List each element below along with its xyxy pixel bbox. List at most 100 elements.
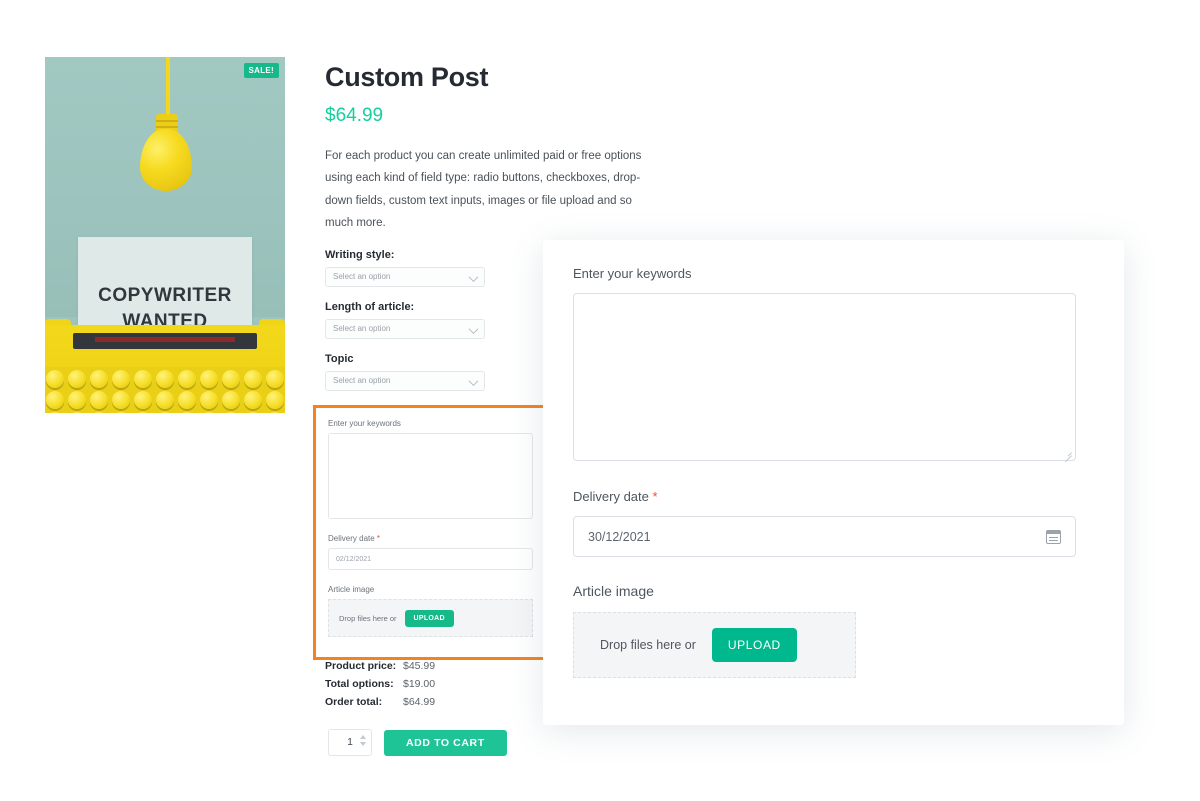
paper-text-line1: COPYWRITER — [98, 285, 232, 306]
typewriter-key — [46, 370, 64, 388]
typewriter-key — [222, 391, 240, 409]
typewriter-key — [266, 391, 284, 409]
typewriter-key — [68, 412, 86, 413]
chevron-down-icon — [468, 323, 479, 334]
file-dropzone-small[interactable]: Drop files here or UPLOAD — [328, 599, 533, 637]
sale-badge: SALE! — [243, 63, 279, 78]
stepper-down-icon[interactable] — [360, 742, 366, 746]
total-row: Order total: $64.99 — [325, 696, 545, 708]
highlighted-fields-region: Enter your keywords Delivery date * 02/1… — [313, 405, 548, 660]
typewriter-key — [134, 370, 152, 388]
quantity-value: 1 — [347, 737, 353, 748]
writing-style-select[interactable]: Select an option — [325, 266, 485, 287]
typewriter-key — [90, 412, 108, 413]
typewriter-key — [200, 370, 218, 388]
delivery-date-label-text: Delivery date — [328, 534, 375, 543]
upload-button-small[interactable]: UPLOAD — [404, 609, 454, 627]
key-row — [45, 391, 285, 409]
required-asterisk: * — [376, 534, 381, 543]
overlay-article-image-label: Article image — [573, 583, 654, 599]
delivery-date-label-small: Delivery date * — [328, 534, 533, 543]
writing-style-value: Select an option — [333, 272, 391, 282]
typewriter-key — [266, 370, 284, 388]
length-of-article-select[interactable]: Select an option — [325, 318, 485, 339]
stepper-up-icon[interactable] — [360, 735, 366, 739]
typewriter-key — [156, 412, 174, 413]
delivery-date-input-small[interactable]: 02/12/2021 — [328, 548, 533, 570]
typewriter-key — [244, 412, 262, 413]
overlay-upload-button[interactable]: UPLOAD — [711, 628, 797, 662]
quantity-stepper[interactable]: 1 — [328, 729, 372, 756]
total-key: Order total: — [325, 696, 383, 708]
typewriter-key — [178, 370, 196, 388]
keywords-label-small: Enter your keywords — [328, 419, 401, 428]
typewriter-key — [68, 370, 86, 388]
typewriter-key — [112, 370, 130, 388]
order-totals: Product price: $45.99 Total options: $19… — [325, 660, 545, 714]
calendar-icon[interactable] — [1045, 529, 1062, 544]
typewriter-body — [45, 325, 285, 373]
typewriter-key — [134, 412, 152, 413]
keywords-textarea-small[interactable] — [328, 433, 533, 519]
typewriter-key — [46, 391, 64, 409]
required-asterisk: * — [652, 489, 658, 504]
delivery-date-value-small: 02/12/2021 — [336, 555, 372, 563]
overlay-delivery-date-label: Delivery date * — [573, 489, 1076, 504]
product-description: For each product you can create unlimite… — [325, 150, 642, 230]
typewriter-key — [46, 412, 64, 413]
overlay-delivery-date-value: 30/12/2021 — [588, 529, 651, 544]
total-key: Total options: — [325, 678, 394, 690]
zoomed-fields-overlay: Enter your keywords Delivery date * 30/1… — [543, 240, 1124, 725]
chevron-down-icon — [468, 271, 479, 282]
product-image[interactable]: COPYWRITER WANTED SALE! — [45, 57, 285, 413]
quantity-arrows[interactable] — [360, 735, 366, 746]
typewriter-key — [244, 370, 262, 388]
total-value: $45.99 — [403, 660, 436, 672]
typewriter-key — [244, 391, 262, 409]
dropzone-text-small: Drop files here or — [339, 613, 397, 623]
chevron-down-icon — [468, 375, 479, 386]
typewriter-key — [222, 370, 240, 388]
typewriter-key — [156, 370, 174, 388]
total-value: $19.00 — [403, 678, 436, 690]
typewriter-key — [112, 412, 130, 413]
key-row — [45, 412, 285, 413]
typewriter-key — [156, 391, 174, 409]
typewriter-slot — [73, 333, 257, 349]
typewriter-key — [178, 391, 196, 409]
typewriter-key — [112, 391, 130, 409]
overlay-keywords-label: Enter your keywords — [573, 266, 692, 281]
overlay-keywords-textarea[interactable] — [573, 293, 1076, 463]
lightbulb-icon — [140, 129, 192, 191]
typewriter-key — [178, 412, 196, 413]
total-row: Product price: $45.99 — [325, 660, 545, 672]
typewriter-key — [90, 370, 108, 388]
resize-handle-icon[interactable] — [1063, 448, 1072, 463]
add-to-cart-button[interactable]: ADD TO CART — [384, 729, 507, 756]
typewriter-keyboard — [45, 367, 285, 413]
cart-controls: 1 ADD TO CART — [328, 729, 507, 756]
typewriter-key — [200, 391, 218, 409]
lightbulb-cord-icon — [166, 57, 170, 117]
typewriter-key — [68, 391, 86, 409]
topic-value: Select an option — [333, 376, 391, 386]
overlay-delivery-date-label-text: Delivery date — [573, 489, 649, 504]
total-row: Total options: $19.00 — [325, 678, 545, 690]
article-image-label-small: Article image — [328, 585, 375, 594]
typewriter-key — [90, 391, 108, 409]
overlay-dropzone-text: Drop files here or — [600, 638, 696, 652]
typewriter-key — [134, 391, 152, 409]
total-key: Product price: — [325, 660, 397, 672]
typewriter-key — [200, 412, 218, 413]
typewriter-key — [222, 412, 240, 413]
length-of-article-value: Select an option — [333, 324, 391, 334]
product-gallery[interactable]: COPYWRITER WANTED SALE! — [45, 57, 285, 413]
topic-select[interactable]: Select an option — [325, 370, 485, 391]
total-value: $64.99 — [403, 696, 436, 708]
product-price: $64.99 — [325, 105, 384, 126]
key-row — [45, 370, 285, 388]
overlay-delivery-date-input[interactable]: 30/12/2021 — [573, 516, 1076, 557]
typewriter-key — [266, 412, 284, 413]
page-title: Custom Post — [325, 62, 489, 92]
overlay-file-dropzone[interactable]: Drop files here or UPLOAD — [573, 612, 856, 678]
